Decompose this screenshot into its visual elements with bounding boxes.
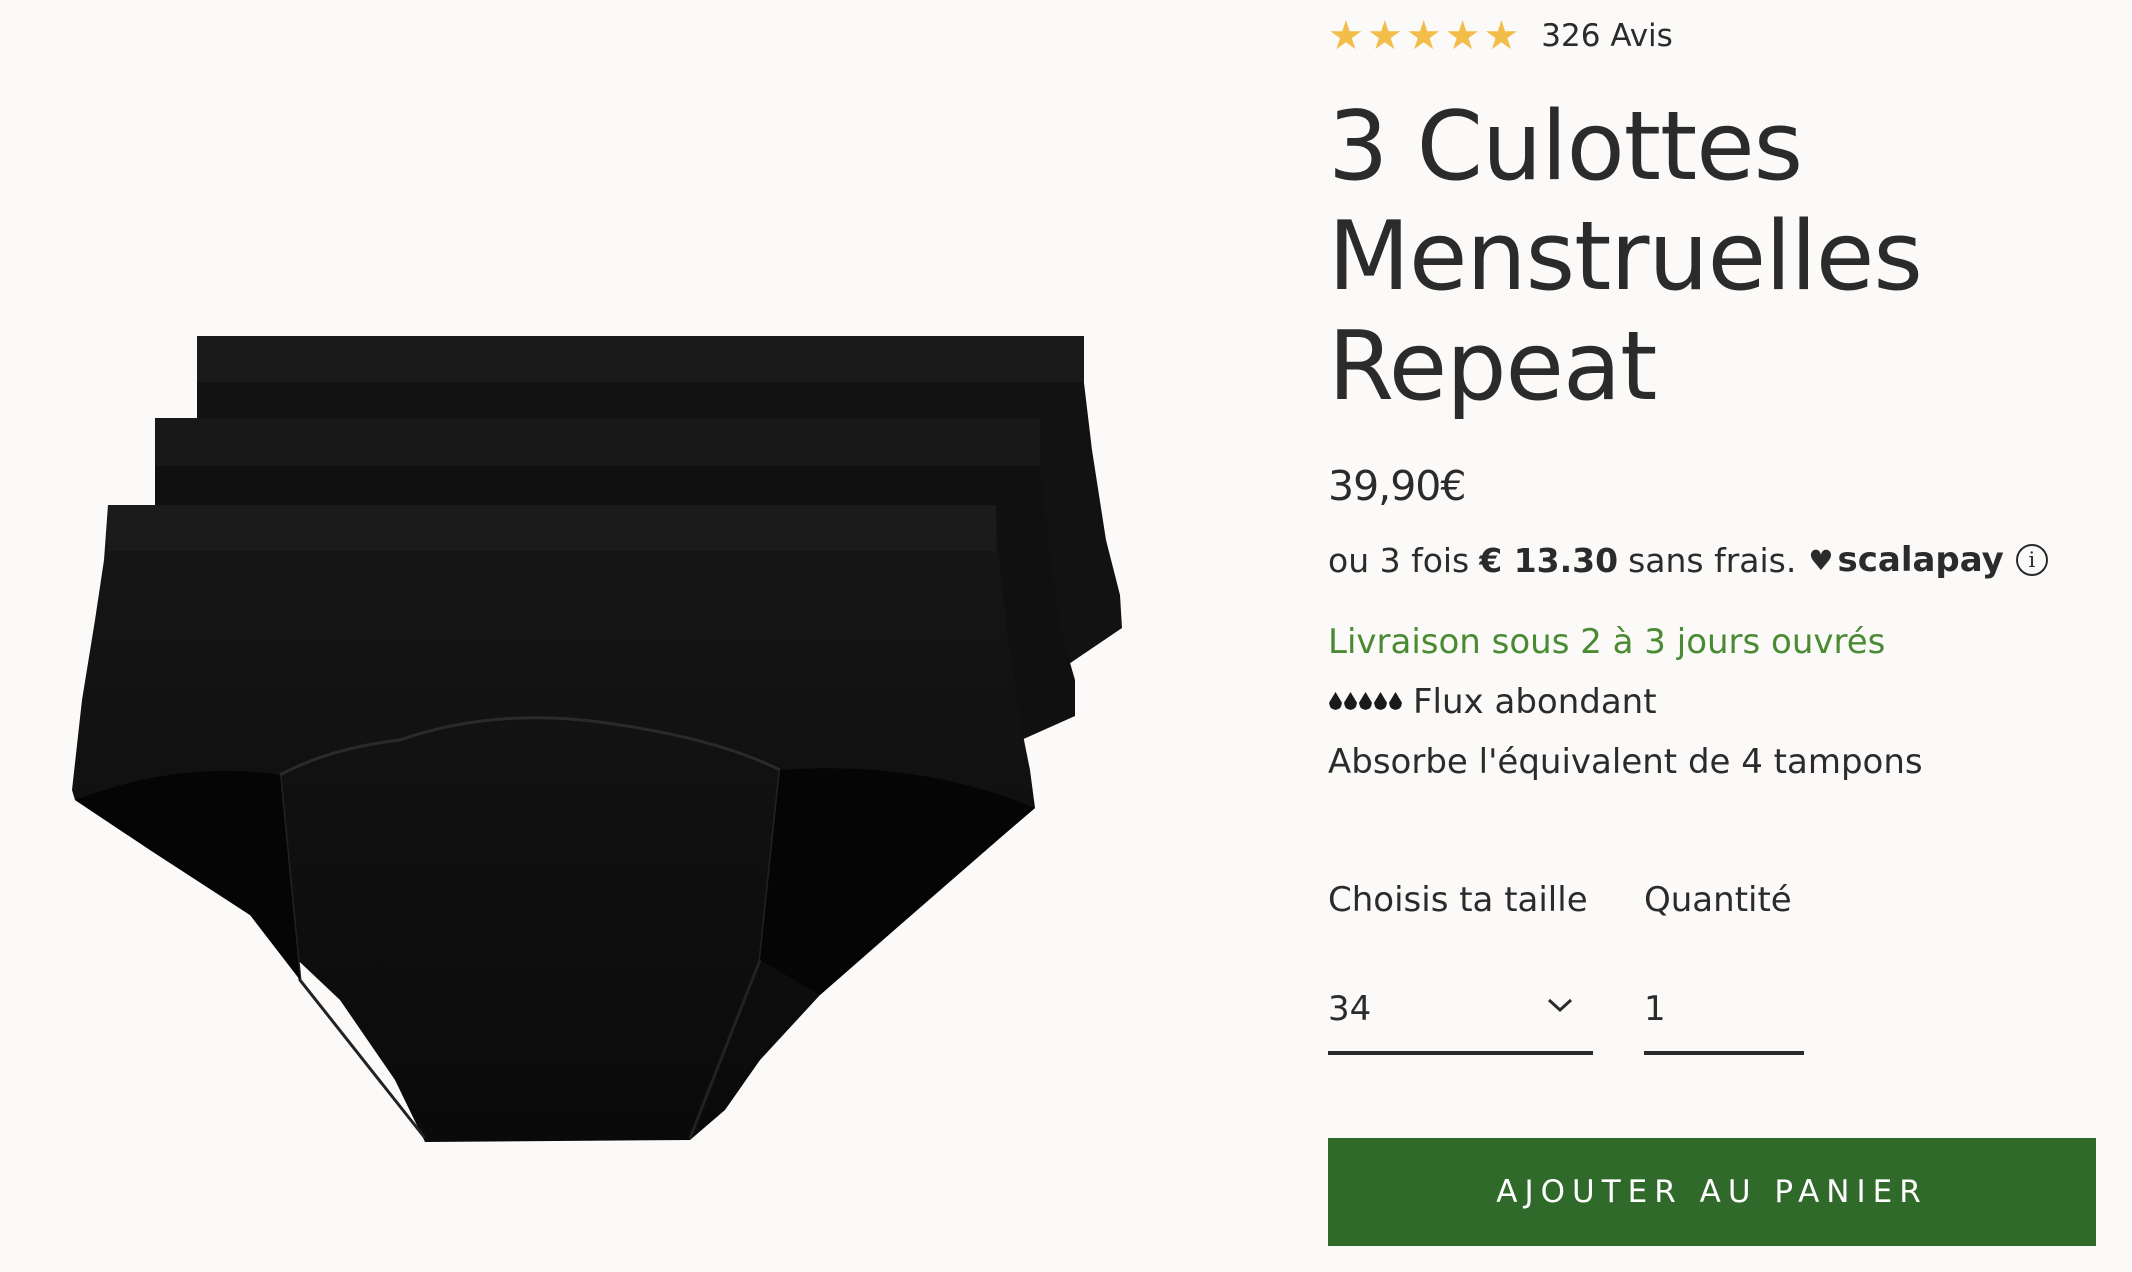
- size-label: Choisis ta taille: [1328, 880, 1588, 920]
- installments-amount: € 13.30: [1479, 540, 1619, 580]
- size-select[interactable]: 34: [1328, 975, 1593, 1055]
- drop-icon: [1374, 692, 1387, 710]
- drop-icon: [1344, 692, 1357, 710]
- briefs-pack-image: [72, 336, 1122, 1142]
- star-icon: ★: [1328, 13, 1364, 59]
- star-icon: ★: [1366, 13, 1403, 59]
- quantity-value: 1: [1644, 989, 1666, 1029]
- star-icon: ★: [1444, 13, 1481, 59]
- quantity-label: Quantité: [1644, 880, 1792, 920]
- info-icon[interactable]: i: [2015, 544, 2048, 576]
- rating-stars: ★ ★ ★ ★ ★: [1328, 16, 1519, 56]
- flow-label: Flux abondant: [1413, 682, 1657, 722]
- drop-icon: [1329, 692, 1342, 710]
- quantity-input[interactable]: 1: [1644, 975, 1804, 1055]
- heart-icon: ♥: [1808, 543, 1834, 577]
- installments-prefix: ou 3 fois: [1328, 540, 1470, 580]
- flow-level: Flux abondant: [1328, 682, 1657, 722]
- delivery-info: Livraison sous 2 à 3 jours ouvrés: [1328, 622, 1886, 662]
- product-title: 3 Culottes Menstruelles Repeat: [1328, 92, 1923, 422]
- star-icon: ★: [1483, 13, 1520, 59]
- scalapay-label: scalapay: [1837, 540, 2004, 580]
- chevron-down-icon: [1547, 998, 1573, 1013]
- drop-icon: [1389, 692, 1402, 710]
- product-price: 39,90€: [1328, 462, 1466, 510]
- size-selected-value: 34: [1328, 989, 1372, 1029]
- add-to-cart-button[interactable]: AJOUTER AU PANIER: [1328, 1138, 2096, 1246]
- installments-info: ou 3 fois € 13.30 sans frais. ♥ scalapay…: [1328, 540, 2048, 580]
- drop-icon: [1328, 687, 1403, 717]
- rating[interactable]: ★ ★ ★ ★ ★ 326 Avis: [1328, 16, 1673, 56]
- scalapay-logo: ♥ scalapay: [1808, 540, 2003, 580]
- product-image: [0, 0, 1200, 1272]
- star-icon: ★: [1405, 13, 1442, 59]
- drop-icon: [1359, 692, 1372, 710]
- absorbency-info: Absorbe l'équivalent de 4 tampons: [1328, 742, 1923, 782]
- installments-suffix: sans frais.: [1628, 540, 1797, 580]
- reviews-link[interactable]: 326 Avis: [1541, 18, 1673, 54]
